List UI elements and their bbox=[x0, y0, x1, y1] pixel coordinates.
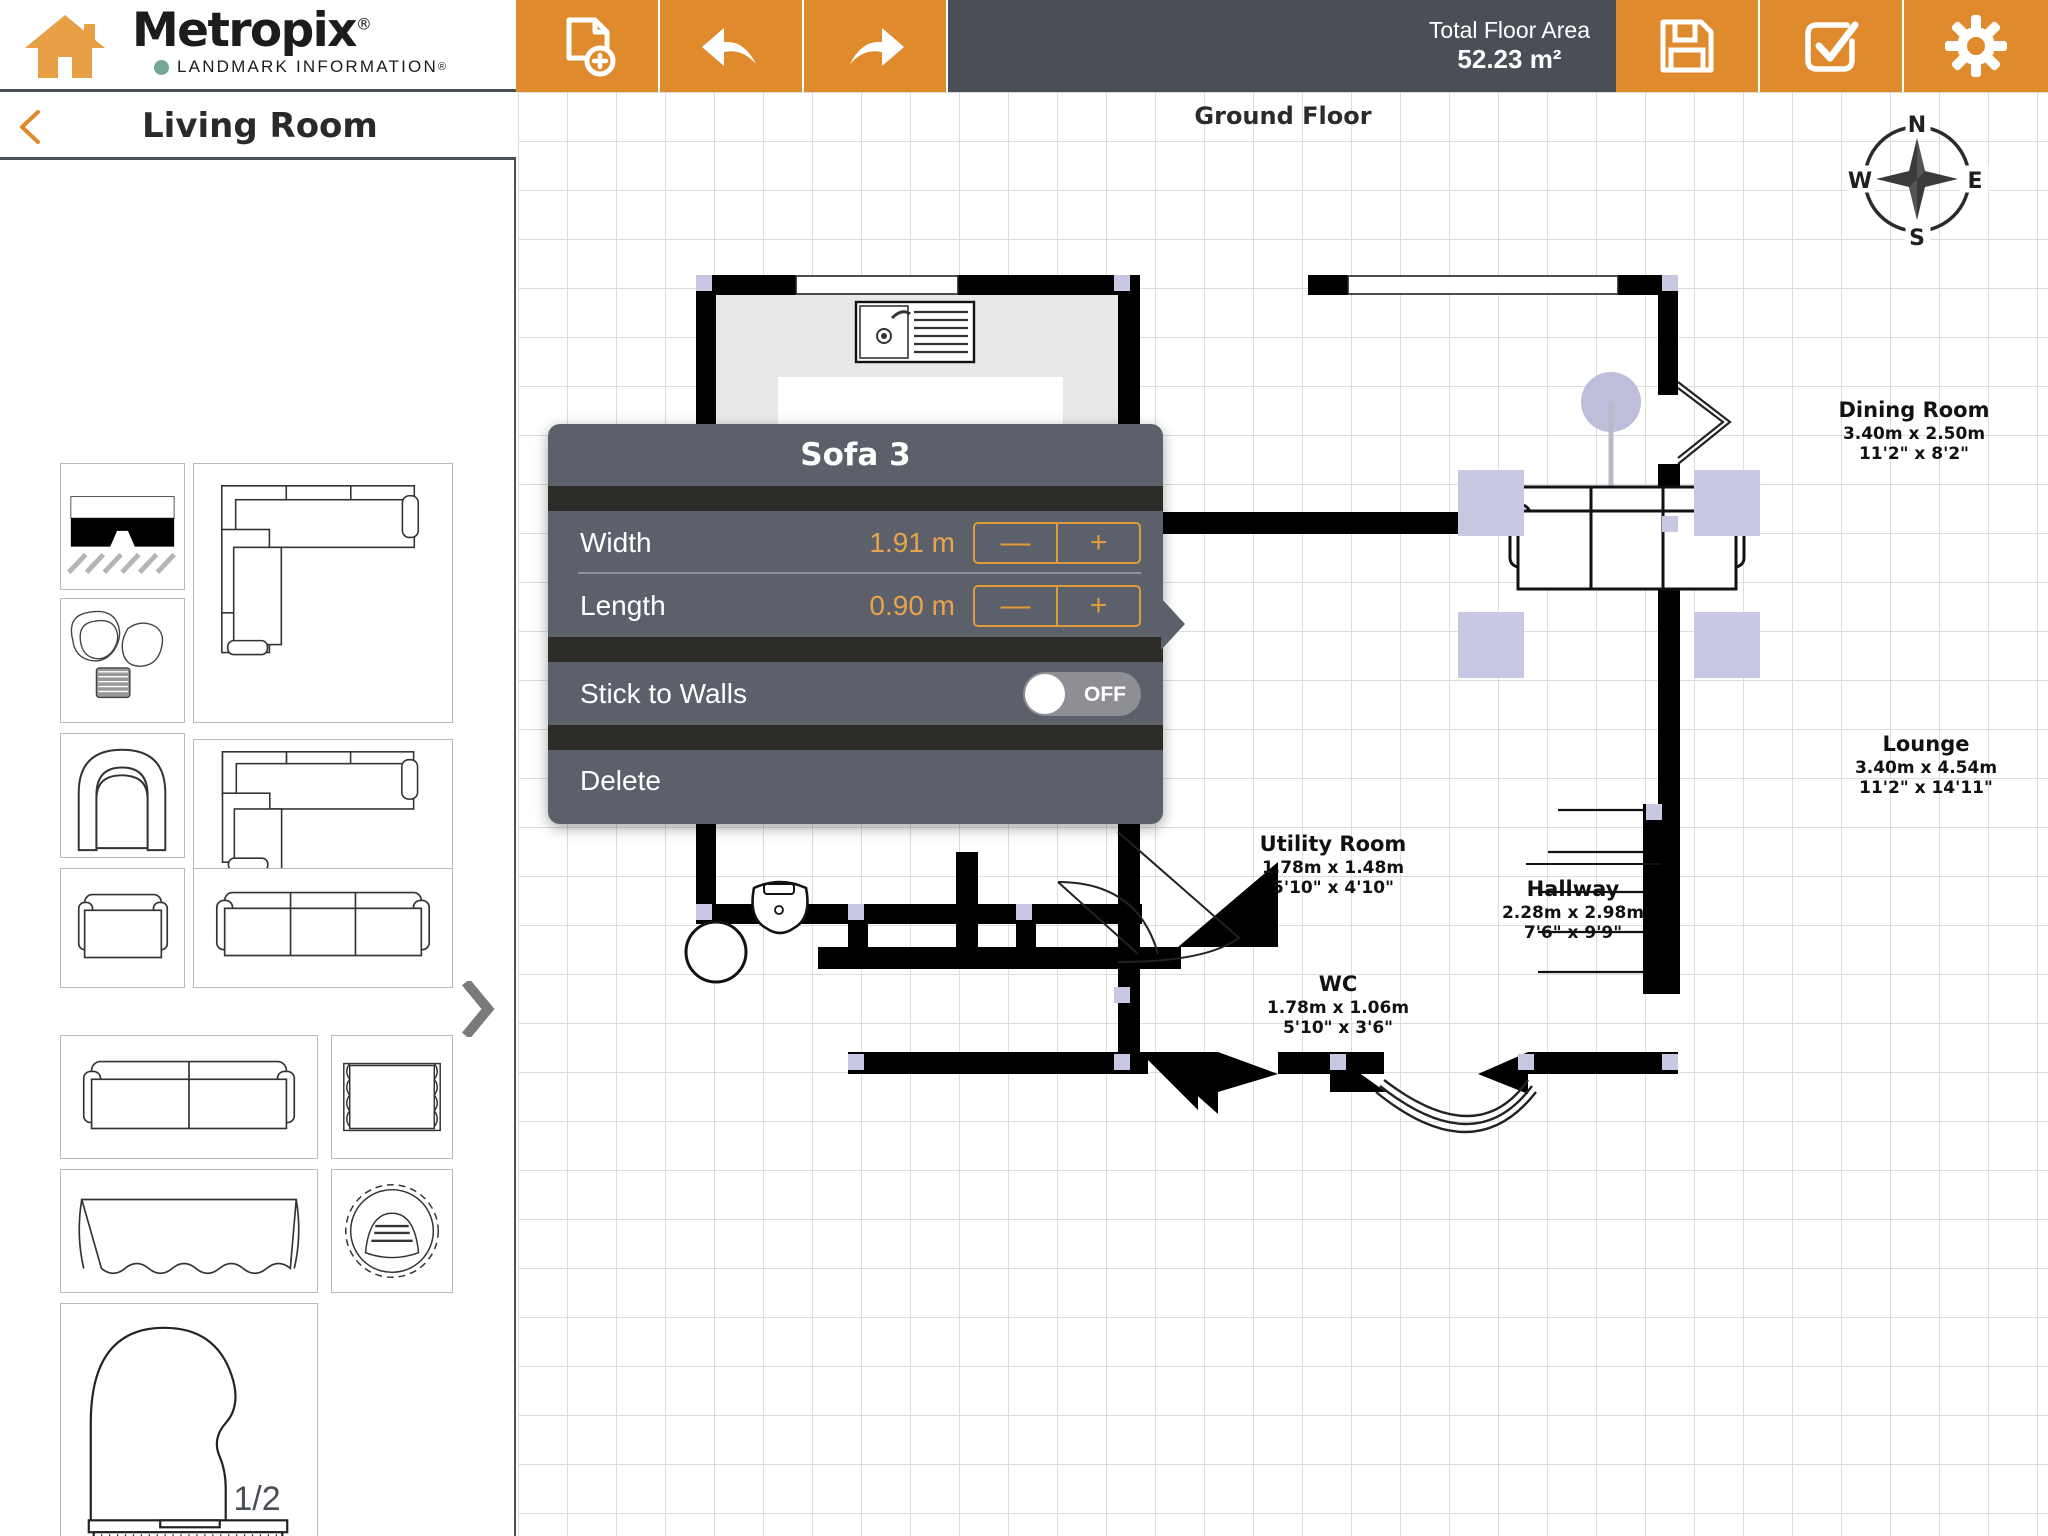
floor-area-bar: Total Floor Area 52.23 m² bbox=[948, 0, 1616, 92]
length-stepper[interactable]: — + bbox=[973, 584, 1141, 627]
delete-row[interactable]: Delete bbox=[548, 750, 1163, 812]
length-increase-button[interactable]: + bbox=[1058, 587, 1139, 625]
registered-mark: ® bbox=[355, 14, 372, 34]
room-name: WC bbox=[1318, 972, 1358, 996]
stick-to-walls-toggle[interactable]: OFF bbox=[1023, 671, 1141, 716]
toggle-knob bbox=[1025, 673, 1065, 714]
dialog-divider bbox=[548, 637, 1163, 662]
undo-button[interactable] bbox=[660, 0, 804, 92]
floor-area-value: 52.23 m² bbox=[1457, 44, 1562, 75]
room-metric: 3.40m x 2.50m bbox=[1842, 423, 1986, 444]
corner-sofa-thumbnail[interactable] bbox=[193, 739, 453, 874]
length-decrease-button[interactable]: — bbox=[975, 586, 1058, 625]
sofa-3-seat-thumbnail[interactable] bbox=[193, 868, 453, 988]
room-label: Utility Room 1.78m x 1.48m 5'10" x 4'10" bbox=[1218, 832, 1448, 899]
room-label: WC 1.78m x 1.06m 5'10" x 3'6" bbox=[1223, 972, 1453, 1039]
curtains-thumbnail[interactable] bbox=[60, 1169, 318, 1293]
width-increase-button[interactable]: + bbox=[1058, 524, 1139, 562]
home-icon[interactable] bbox=[22, 12, 108, 82]
stick-to-walls-row: Stick to Walls OFF bbox=[548, 662, 1163, 725]
room-name: Dining Room bbox=[1838, 398, 1990, 422]
room-name: Hallway bbox=[1526, 877, 1620, 901]
corner-sofa-large-thumbnail[interactable] bbox=[193, 463, 453, 723]
armchair-thumbnail[interactable] bbox=[60, 868, 185, 988]
room-label: Dining Room 3.40m x 2.50m 11'2" x 8'2" bbox=[1794, 398, 2034, 465]
room-imperial: 5'10" x 4'10" bbox=[1272, 878, 1394, 899]
room-imperial: 11'2" x 14'11" bbox=[1859, 778, 1993, 799]
room-imperial: 7'6" x 9'9" bbox=[1523, 923, 1623, 944]
object-properties-dialog: Sofa 3 Width 1.91 m — + Length 0.90 m — … bbox=[548, 424, 1185, 824]
checkbox-check-icon bbox=[1805, 21, 1859, 72]
fireplace-thumbnail[interactable] bbox=[60, 463, 185, 590]
left-sidebar: Metropix® LANDMARK INFORMATION ® Living … bbox=[0, 0, 516, 1536]
room-metric: 2.28m x 2.98m bbox=[1501, 902, 1645, 923]
toggle-state-label: OFF bbox=[1084, 682, 1126, 706]
dialog-pointer bbox=[1161, 598, 1185, 650]
brand-subtitle: LANDMARK INFORMATION bbox=[177, 57, 438, 77]
ottoman-round-thumbnail[interactable] bbox=[331, 1169, 453, 1293]
stick-to-walls-label: Stick to Walls bbox=[580, 677, 747, 709]
floor-area-label: Total Floor Area bbox=[1428, 17, 1590, 44]
validate-button[interactable] bbox=[1760, 0, 1904, 92]
brand-name: Metropix® bbox=[132, 3, 372, 58]
length-label: Length bbox=[580, 589, 666, 621]
delete-label: Delete bbox=[580, 765, 661, 796]
chevron-left-icon[interactable] bbox=[14, 108, 44, 146]
room-name: Lounge bbox=[1882, 732, 1970, 756]
room-metric: 3.40m x 4.54m bbox=[1854, 757, 1998, 778]
room-metric: 1.78m x 1.48m bbox=[1261, 857, 1405, 878]
dialog-divider bbox=[548, 725, 1163, 750]
room-label: Hallway 2.28m x 2.98m 7'6" x 9'9" bbox=[1458, 877, 1688, 944]
page-indicator: 1/2 bbox=[233, 1480, 281, 1518]
room-label: Lounge 3.40m x 4.54m 11'2" x 14'11" bbox=[1806, 732, 2046, 799]
room-imperial: 5'10" x 3'6" bbox=[1282, 1018, 1394, 1039]
dialog-divider bbox=[548, 486, 1163, 511]
brand-text: Metropix® LANDMARK INFORMATION ® bbox=[132, 6, 448, 77]
length-value: 0.90 m bbox=[869, 589, 955, 621]
brand-header: Metropix® LANDMARK INFORMATION ® bbox=[0, 0, 516, 92]
width-stepper[interactable]: — + bbox=[973, 521, 1141, 564]
room-metric: 1.78m x 1.06m bbox=[1266, 997, 1410, 1018]
undo-arrow-icon bbox=[702, 28, 756, 66]
width-label: Width bbox=[580, 526, 652, 558]
chevron-right-icon[interactable] bbox=[461, 978, 496, 1040]
new-plan-button[interactable] bbox=[516, 0, 660, 92]
length-row: Length 0.90 m — + bbox=[548, 574, 1163, 637]
room-name: Utility Room bbox=[1259, 832, 1407, 856]
brand-subtitle-mark: ® bbox=[437, 61, 449, 74]
room-imperial: 11'2" x 8'2" bbox=[1858, 444, 1970, 465]
width-row: Width 1.91 m — + bbox=[548, 511, 1163, 574]
width-value: 1.91 m bbox=[869, 526, 955, 558]
sofa-2-seat-thumbnail[interactable] bbox=[60, 1035, 318, 1159]
settings-button[interactable] bbox=[1904, 0, 2048, 92]
redo-arrow-icon bbox=[850, 28, 904, 66]
brand-dot-icon bbox=[154, 59, 169, 75]
top-toolbar: Total Floor Area 52.23 m² bbox=[516, 0, 2048, 92]
redo-button[interactable] bbox=[804, 0, 948, 92]
width-decrease-button[interactable]: — bbox=[975, 523, 1058, 562]
document-add-icon bbox=[566, 17, 616, 77]
save-button[interactable] bbox=[1616, 0, 1760, 92]
armchairs-pair-thumbnail[interactable] bbox=[60, 598, 185, 723]
gear-icon bbox=[1945, 15, 2007, 77]
furniture-catalog bbox=[0, 163, 514, 1536]
rug-rectangular-thumbnail[interactable] bbox=[331, 1035, 453, 1159]
dialog-title: Sofa 3 bbox=[800, 437, 911, 473]
category-header: Living Room bbox=[0, 92, 516, 160]
category-title: Living Room bbox=[142, 106, 378, 146]
tub-chair-thumbnail[interactable] bbox=[60, 733, 185, 858]
floppy-disk-icon bbox=[1660, 19, 1714, 73]
